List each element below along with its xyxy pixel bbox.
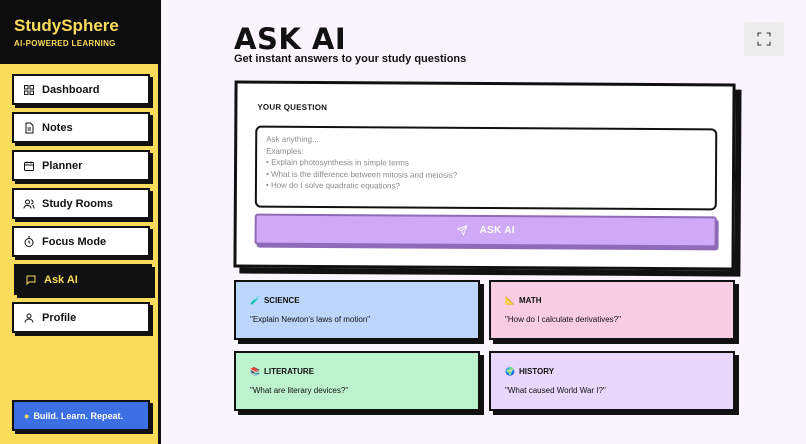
sidebar-item-profile[interactable]: Profile bbox=[12, 302, 150, 333]
page-subtitle: Get instant answers to your study questi… bbox=[234, 53, 467, 65]
sidebar-item-label: Planner bbox=[42, 159, 83, 172]
topic-question: "Explain Newton's laws of motion" bbox=[250, 315, 371, 324]
fullscreen-button[interactable] bbox=[744, 22, 784, 56]
question-input[interactable] bbox=[254, 125, 718, 211]
motto-text: Build. Learn. Repeat. bbox=[33, 410, 123, 421]
sidebar-item-focus-mode[interactable]: Focus Mode bbox=[12, 226, 150, 257]
test-tube-icon: 🧪 bbox=[250, 296, 260, 305]
sidebar-item-dashboard[interactable]: Dashboard bbox=[12, 74, 150, 105]
send-icon bbox=[456, 225, 468, 236]
question-label: YOUR QUESTION bbox=[257, 102, 328, 113]
chat-icon bbox=[24, 273, 37, 286]
page-title: ASK AI bbox=[234, 22, 347, 56]
sidebar-item-notes[interactable]: Notes bbox=[12, 112, 150, 143]
sidebar-item-planner[interactable]: Planner bbox=[12, 150, 150, 181]
sidebar-item-label: Study Rooms bbox=[42, 197, 113, 210]
sidebar: StudySphere AI-POWERED LEARNING Dashboar… bbox=[0, 0, 161, 444]
ask-ai-button[interactable]: ASK AI bbox=[254, 213, 717, 248]
brand: StudySphere AI-POWERED LEARNING bbox=[0, 0, 161, 64]
topic-name: MATH bbox=[518, 296, 542, 305]
ask-ai-button-label: ASK AI bbox=[479, 224, 515, 237]
expand-icon bbox=[757, 32, 771, 46]
globe-icon: 🌍 bbox=[505, 367, 515, 376]
books-icon: 📚 bbox=[250, 367, 260, 376]
topic-card-science[interactable]: 🧪 SCIENCE "Explain Newton's laws of moti… bbox=[234, 280, 480, 340]
topic-question: "What are literary devices?" bbox=[250, 386, 349, 395]
sidebar-item-ask-ai[interactable]: Ask AI bbox=[14, 264, 152, 295]
sidebar-item-label: Notes bbox=[42, 121, 73, 134]
motto-banner: ● Build. Learn. Repeat. bbox=[12, 400, 150, 431]
topic-question: "What caused World War I?" bbox=[505, 386, 606, 395]
question-card: YOUR QUESTION ASK AI bbox=[233, 80, 736, 271]
topic-card-math[interactable]: 📐 MATH "How do I calculate derivatives?" bbox=[489, 280, 735, 340]
brand-name: StudySphere bbox=[14, 16, 119, 35]
brand-tagline: AI-POWERED LEARNING bbox=[14, 39, 116, 48]
document-icon bbox=[22, 121, 35, 134]
user-icon bbox=[22, 311, 35, 324]
grid-icon bbox=[22, 83, 35, 96]
topic-card-literature[interactable]: 📚 LITERATURE "What are literary devices?… bbox=[234, 351, 480, 411]
calendar-icon bbox=[22, 159, 35, 172]
timer-icon bbox=[22, 235, 35, 248]
topic-question: "How do I calculate derivatives?" bbox=[505, 315, 621, 324]
topic-name: HISTORY bbox=[518, 367, 555, 376]
lightbulb-icon: ● bbox=[24, 410, 30, 421]
sidebar-item-label: Focus Mode bbox=[42, 235, 107, 248]
sidebar-item-label: Dashboard bbox=[42, 83, 100, 96]
sidebar-item-label: Profile bbox=[42, 311, 77, 324]
sidebar-item-label: Ask AI bbox=[44, 273, 78, 286]
sidebar-item-study-rooms[interactable]: Study Rooms bbox=[12, 188, 150, 219]
users-icon bbox=[22, 197, 35, 210]
topic-name: LITERATURE bbox=[263, 367, 315, 376]
topic-card-history[interactable]: 🌍 HISTORY "What caused World War I?" bbox=[489, 351, 735, 411]
topic-name: SCIENCE bbox=[263, 296, 300, 305]
triangle-ruler-icon: 📐 bbox=[505, 296, 515, 305]
